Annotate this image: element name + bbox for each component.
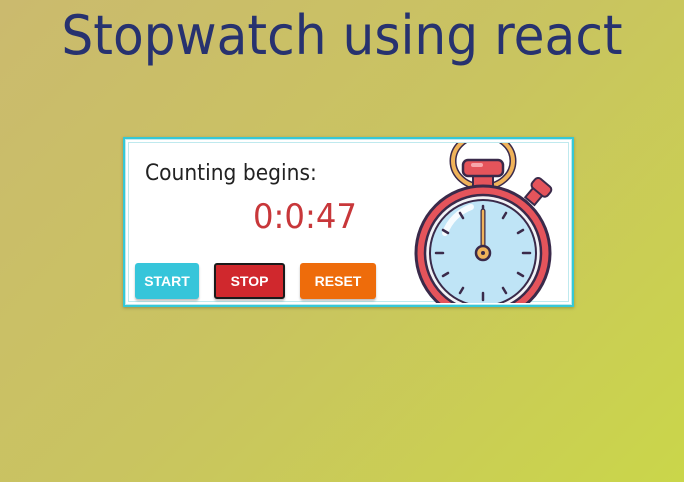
stopwatch-illustration-icon	[414, 143, 553, 303]
stop-button[interactable]: STOP	[214, 263, 285, 299]
page-title: Stopwatch using react	[61, 4, 623, 67]
start-button[interactable]: START	[135, 263, 199, 299]
counting-label: Counting begins:	[145, 161, 317, 186]
stopwatch-card: Counting begins: 0:0:47 START STOP RESET	[123, 137, 574, 307]
time-display: 0:0:47	[253, 197, 357, 237]
reset-button[interactable]: RESET	[300, 263, 376, 299]
